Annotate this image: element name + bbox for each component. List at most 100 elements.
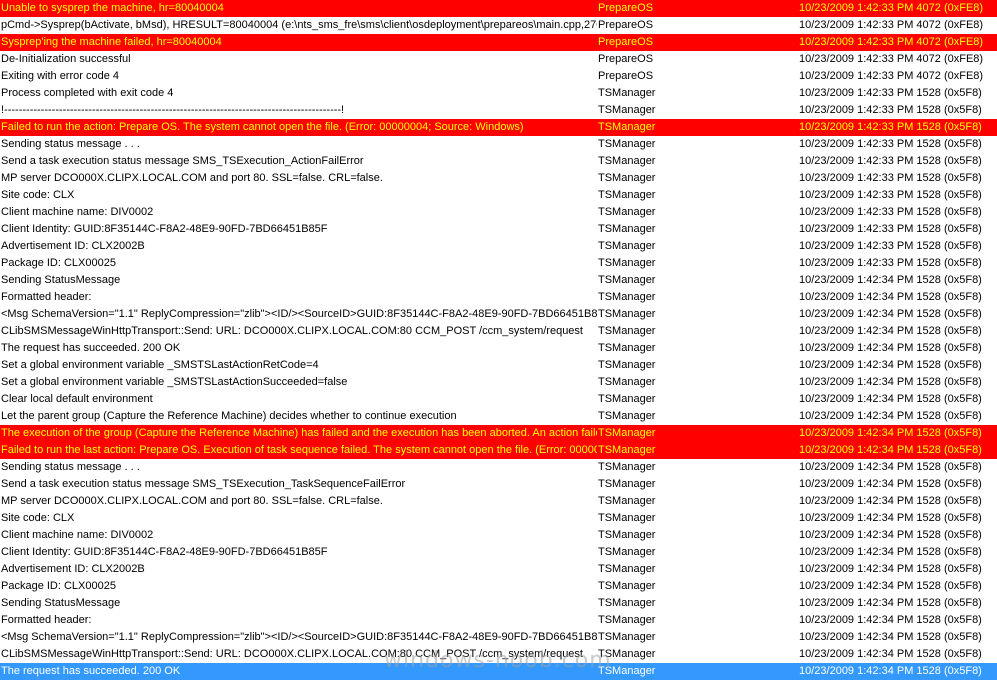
log-datetime: 10/23/2009 1:42:34 PM 1528 (0x5F8) — [799, 665, 982, 677]
log-component: TSManager — [598, 206, 656, 218]
log-datetime: 10/23/2009 1:42:33 PM 1528 (0x5F8) — [799, 104, 982, 116]
log-message: Formatted header: — [1, 614, 92, 626]
log-datetime: 10/23/2009 1:42:34 PM 1528 (0x5F8) — [799, 308, 982, 320]
log-row[interactable]: Formatted header: TSManager 10/23/2009 1:4… — [0, 289, 997, 306]
log-component: TSManager — [598, 631, 656, 643]
log-component: PrepareOS — [598, 36, 654, 48]
log-datetime: 10/23/2009 1:42:34 PM 1528 (0x5F8) — [799, 495, 982, 507]
log-row[interactable]: Client Identity: GUID:8F35144C-F8A2-48E9… — [0, 544, 997, 561]
log-datetime: 10/23/2009 1:42:34 PM 1528 (0x5F8) — [799, 427, 982, 439]
log-datetime: 10/23/2009 1:42:34 PM 1528 (0x5F8) — [799, 444, 982, 456]
log-row-error[interactable]: Failed to run the last action: Prepare O… — [0, 442, 997, 459]
log-row[interactable]: !---------------------------------------… — [0, 102, 997, 119]
log-message: MP server DCO000X.CLIPX.LOCAL.COM and po… — [1, 495, 383, 507]
log-message: Client Identity: GUID:8F35144C-F8A2-48E9… — [1, 223, 328, 235]
log-message: Unable to sysprep the machine, hr=800400… — [1, 2, 224, 14]
log-row-error[interactable]: Sysprep'ing the machine failed, hr=80040… — [0, 34, 997, 51]
log-datetime: 10/23/2009 1:42:33 PM 1528 (0x5F8) — [799, 240, 982, 252]
log-datetime: 10/23/2009 1:42:33 PM 1528 (0x5F8) — [799, 155, 982, 167]
log-datetime: 10/23/2009 1:42:34 PM 1528 (0x5F8) — [799, 359, 982, 371]
log-component: TSManager — [598, 393, 656, 405]
log-row[interactable]: Client machine name: DIV0002 TSManager 10/… — [0, 204, 997, 221]
log-row[interactable]: Let the parent group (Capture the Refere… — [0, 408, 997, 425]
log-row[interactable]: Sending StatusMessage TSManager 10/23/2009… — [0, 272, 997, 289]
log-datetime: 10/23/2009 1:42:34 PM 1528 (0x5F8) — [799, 291, 982, 303]
log-message: Send a task execution status message SMS… — [1, 155, 364, 167]
log-component: TSManager — [598, 325, 656, 337]
log-row[interactable]: Clear local default environment TSManager… — [0, 391, 997, 408]
log-datetime: 10/23/2009 1:42:34 PM 1528 (0x5F8) — [799, 478, 982, 490]
log-row-error[interactable]: The execution of the group (Capture the … — [0, 425, 997, 442]
log-message: Client machine name: DIV0002 — [1, 529, 154, 541]
log-component: TSManager — [598, 274, 656, 286]
log-row[interactable]: Advertisement ID: CLX2002B TSManager 10/23… — [0, 561, 997, 578]
log-row[interactable]: CLibSMSMessageWinHttpTransport::Send: UR… — [0, 646, 997, 663]
log-row[interactable]: De-Initialization successful PrepareOS 10/… — [0, 51, 997, 68]
log-component: TSManager — [598, 138, 656, 150]
log-row[interactable]: Advertisement ID: CLX2002B TSManager 10/23… — [0, 238, 997, 255]
log-message: Site code: CLX — [1, 189, 75, 201]
log-message: CLibSMSMessageWinHttpTransport::Send: UR… — [1, 648, 583, 660]
log-row[interactable]: Sending StatusMessage TSManager 10/23/2009… — [0, 595, 997, 612]
log-row-selected[interactable]: The request has succeeded. 200 OK TSManag… — [0, 663, 997, 680]
log-row[interactable]: pCmd->Sysprep(bActivate, bMsd), HRESULT=… — [0, 17, 997, 34]
log-message: Process completed with exit code 4 — [1, 87, 174, 99]
log-component: TSManager — [598, 648, 656, 660]
log-message: The request has succeeded. 200 OK — [1, 665, 181, 677]
log-row[interactable]: Set a global environment variable _SMSTS… — [0, 374, 997, 391]
log-row[interactable]: Sending status message . . . TSManager 10/… — [0, 136, 997, 153]
log-row[interactable]: Send a task execution status message SMS… — [0, 153, 997, 170]
log-row[interactable]: Package ID: CLX00025 TSManager 10/23/2009 … — [0, 578, 997, 595]
log-message: The execution of the group (Capture the … — [1, 427, 597, 439]
log-component: TSManager — [598, 478, 656, 490]
log-component: TSManager — [598, 444, 656, 456]
log-message: Send a task execution status message SMS… — [1, 478, 406, 490]
log-row-error[interactable]: Failed to run the action: Prepare OS. Th… — [0, 119, 997, 136]
log-row[interactable]: Client machine name: DIV0002 TSManager 10/… — [0, 527, 997, 544]
log-message: Package ID: CLX00025 — [1, 580, 116, 592]
log-datetime: 10/23/2009 1:42:33 PM 1528 (0x5F8) — [799, 189, 982, 201]
log-message: Set a global environment variable _SMSTS… — [1, 376, 348, 388]
log-message: Failed to run the action: Prepare OS. Th… — [1, 121, 524, 133]
log-component: TSManager — [598, 665, 656, 677]
log-message: <Msg SchemaVersion="1.1" ReplyCompressio… — [1, 308, 597, 320]
log-message: Exiting with error code 4 — [1, 70, 119, 82]
log-row[interactable]: MP server DCO000X.CLIPX.LOCAL.COM and po… — [0, 170, 997, 187]
log-row[interactable]: Client Identity: GUID:8F35144C-F8A2-48E9… — [0, 221, 997, 238]
log-datetime: 10/23/2009 1:42:34 PM 1528 (0x5F8) — [799, 342, 982, 354]
log-component: TSManager — [598, 155, 656, 167]
log-row[interactable]: <Msg SchemaVersion="1.1" ReplyCompressio… — [0, 306, 997, 323]
log-row[interactable]: MP server DCO000X.CLIPX.LOCAL.COM and po… — [0, 493, 997, 510]
log-component: TSManager — [598, 308, 656, 320]
log-datetime: 10/23/2009 1:42:33 PM 1528 (0x5F8) — [799, 257, 982, 269]
log-row[interactable]: Sending status message . . . TSManager 10/… — [0, 459, 997, 476]
log-datetime: 10/23/2009 1:42:34 PM 1528 (0x5F8) — [799, 274, 982, 286]
log-component: PrepareOS — [598, 70, 654, 82]
log-row[interactable]: The request has succeeded. 200 OK TSManag… — [0, 340, 997, 357]
log-datetime: 10/23/2009 1:42:34 PM 1528 (0x5F8) — [799, 614, 982, 626]
log-row[interactable]: CLibSMSMessageWinHttpTransport::Send: UR… — [0, 323, 997, 340]
log-message: Advertisement ID: CLX2002B — [1, 563, 145, 575]
log-row[interactable]: <Msg SchemaVersion="1.1" ReplyCompressio… — [0, 629, 997, 646]
log-row[interactable]: Package ID: CLX00025 TSManager 10/23/2009 … — [0, 255, 997, 272]
log-row[interactable]: Process completed with exit code 4 TSMana… — [0, 85, 997, 102]
log-row[interactable]: Site code: CLX TSManager 10/23/2009 1:42:3… — [0, 510, 997, 527]
log-row[interactable]: Exiting with error code 4 PrepareOS 10/23/… — [0, 68, 997, 85]
log-message: !---------------------------------------… — [1, 104, 345, 116]
log-message: Sysprep'ing the machine failed, hr=80040… — [1, 36, 222, 48]
log-row[interactable]: Formatted header: TSManager 10/23/2009 1:4… — [0, 612, 997, 629]
log-row-error[interactable]: Unable to sysprep the machine, hr=800400… — [0, 0, 997, 17]
log-component: TSManager — [598, 376, 656, 388]
log-datetime: 10/23/2009 1:42:34 PM 1528 (0x5F8) — [799, 563, 982, 575]
log-component: TSManager — [598, 291, 656, 303]
log-message: Package ID: CLX00025 — [1, 257, 116, 269]
log-datetime: 10/23/2009 1:42:33 PM 1528 (0x5F8) — [799, 172, 982, 184]
log-component: TSManager — [598, 461, 656, 473]
log-component: TSManager — [598, 104, 656, 116]
log-row[interactable]: Send a task execution status message SMS… — [0, 476, 997, 493]
log-row[interactable]: Site code: CLX TSManager 10/23/2009 1:42:3… — [0, 187, 997, 204]
log-row[interactable]: Set a global environment variable _SMSTS… — [0, 357, 997, 374]
log-component: TSManager — [598, 240, 656, 252]
log-datetime: 10/23/2009 1:42:34 PM 1528 (0x5F8) — [799, 393, 982, 405]
log-component: TSManager — [598, 359, 656, 371]
